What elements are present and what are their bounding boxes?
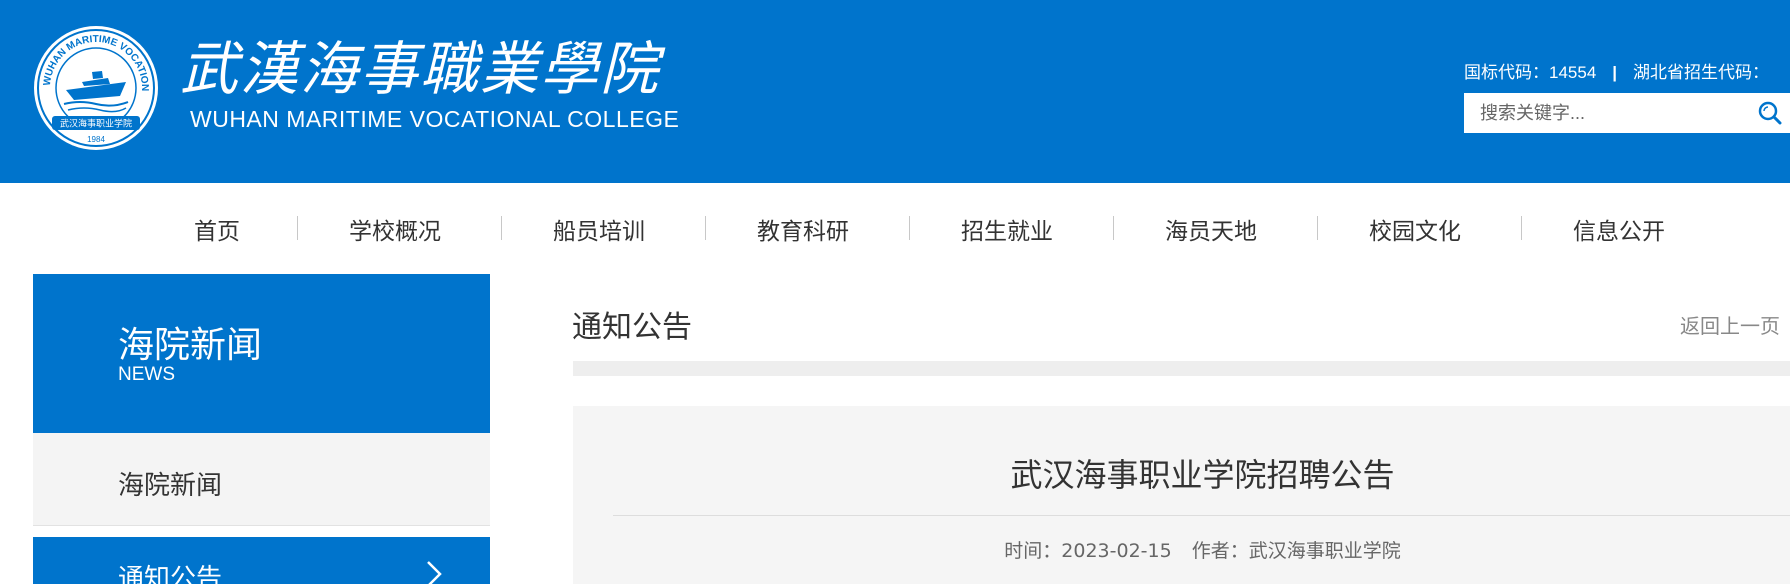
article-container: 武汉海事职业学院招聘公告 时间：2023-02-15 作者：武汉海事职业学院 bbox=[573, 406, 1790, 584]
nav-divider bbox=[705, 216, 706, 240]
search-box bbox=[1464, 93, 1790, 133]
sidebar-item-label: 通知公告 bbox=[118, 564, 223, 584]
article-divider bbox=[613, 515, 1790, 516]
article-date: 时间：2023-02-15 bbox=[1004, 540, 1172, 562]
section-divider bbox=[573, 361, 1790, 376]
back-link[interactable]: 返回上一页 bbox=[1680, 310, 1780, 339]
search-icon[interactable] bbox=[1756, 99, 1784, 127]
article-title: 武汉海事职业学院招聘公告 bbox=[1010, 456, 1395, 494]
logo-english-title[interactable]: WUHAN MARITIME VOCATIONAL COLLEGE bbox=[190, 106, 679, 133]
section-title: 通知公告 bbox=[572, 310, 692, 345]
nav-item-crew-training[interactable]: 船员培训 bbox=[553, 212, 645, 246]
sidebar-item-news[interactable]: 海院新闻 bbox=[33, 433, 490, 526]
sidebar-header: 海院新闻 NEWS bbox=[33, 274, 490, 433]
nav-item-admissions[interactable]: 招生就业 bbox=[961, 212, 1053, 246]
sidebar-title: 海院新闻 bbox=[118, 325, 263, 366]
article-meta: 时间：2023-02-15 作者：武汉海事职业学院 bbox=[573, 536, 1790, 563]
nav-item-disclosure[interactable]: 信息公开 bbox=[1573, 212, 1665, 246]
logo-chinese-title[interactable]: 武漢海事職業學院 bbox=[180, 40, 660, 98]
national-code: 国标代码：14554 bbox=[1464, 63, 1597, 82]
enrollment-codes: 国标代码：14554 | 湖北省招生代码： bbox=[1464, 58, 1769, 83]
nav-item-seafarers[interactable]: 海员天地 bbox=[1165, 212, 1257, 246]
main-nav: 首页 学校概况 船员培训 教育科研 招生就业 海员天地 校园文化 信息公开 bbox=[0, 183, 1790, 273]
sidebar-item-label: 海院新闻 bbox=[118, 471, 223, 501]
chevron-right-icon bbox=[427, 561, 442, 584]
nav-item-about[interactable]: 学校概况 bbox=[349, 212, 441, 246]
nav-divider bbox=[501, 216, 502, 240]
nav-divider bbox=[297, 216, 298, 240]
nav-divider bbox=[1521, 216, 1522, 240]
nav-divider bbox=[1317, 216, 1318, 240]
search-input[interactable] bbox=[1464, 93, 1744, 133]
nav-item-campus-culture[interactable]: 校园文化 bbox=[1369, 212, 1461, 246]
college-emblem-icon[interactable]: WUHAN MARITIME VOCATIONAL COLLEGE 武汉海事职业… bbox=[30, 24, 162, 152]
nav-divider bbox=[1113, 216, 1114, 240]
code-separator: | bbox=[1612, 63, 1618, 82]
sidebar-subtitle: NEWS bbox=[118, 364, 175, 385]
site-header: WUHAN MARITIME VOCATIONAL COLLEGE 武汉海事职业… bbox=[0, 0, 1790, 183]
sidebar-item-notices[interactable]: 通知公告 bbox=[33, 537, 490, 584]
province-code: 湖北省招生代码： bbox=[1633, 63, 1770, 82]
emblem-banner-text: 武汉海事职业学院 bbox=[60, 118, 132, 130]
nav-item-research[interactable]: 教育科研 bbox=[757, 212, 849, 246]
nav-divider bbox=[909, 216, 910, 240]
nav-item-home[interactable]: 首页 bbox=[194, 212, 240, 246]
emblem-year: 1984 bbox=[87, 135, 105, 144]
article-author: 作者：武汉海事职业学院 bbox=[1191, 540, 1401, 562]
